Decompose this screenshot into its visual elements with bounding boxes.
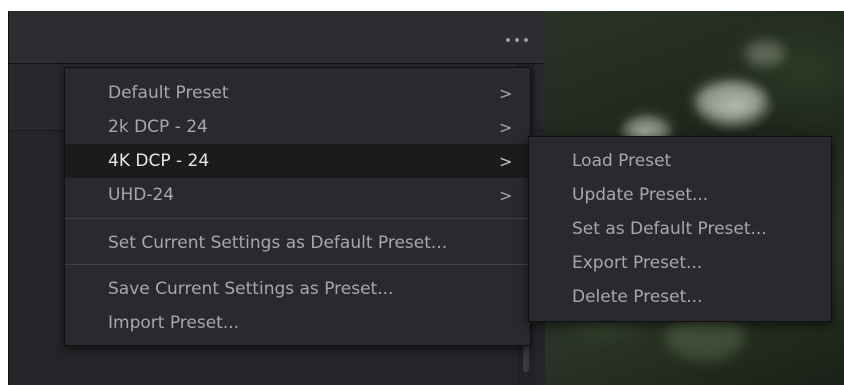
menu-item-label: Save Current Settings as Preset... [108, 279, 394, 299]
ellipsis-icon [524, 38, 528, 42]
submenu-item-label: Load Preset [572, 151, 672, 171]
chevron-right-icon: > [499, 151, 513, 171]
chevron-right-icon: > [499, 83, 513, 103]
save-preset-item[interactable]: Save Current Settings as Preset... [65, 272, 530, 306]
panel-options-button[interactable] [499, 33, 535, 47]
submenu-item-label: Delete Preset... [572, 287, 703, 307]
preset-submenu: Load Preset Update Preset... Set as Defa… [528, 136, 832, 322]
ellipsis-icon [506, 38, 510, 42]
menu-item-2k-dcp-24[interactable]: 2k DCP - 24 > [65, 110, 530, 144]
delete-preset-item[interactable]: Delete Preset... [529, 280, 831, 314]
submenu-item-label: Export Preset... [572, 253, 703, 273]
ellipsis-icon [515, 38, 519, 42]
update-preset-item[interactable]: Update Preset... [529, 178, 831, 212]
chevron-right-icon: > [499, 117, 513, 137]
menu-item-uhd-24[interactable]: UHD-24 > [65, 178, 530, 212]
menu-item-label: 4K DCP - 24 [108, 151, 210, 171]
set-default-preset-item[interactable]: Set Current Settings as Default Preset..… [65, 226, 530, 260]
submenu-item-label: Set as Default Preset... [572, 219, 767, 239]
import-preset-item[interactable]: Import Preset... [65, 306, 530, 340]
menu-divider [65, 218, 530, 219]
app-window: Default Preset > 2k DCP - 24 > 4K DCP - … [0, 0, 844, 385]
menu-item-label: 2k DCP - 24 [108, 117, 208, 137]
menu-divider [65, 264, 530, 265]
submenu-item-label: Update Preset... [572, 185, 709, 205]
menu-item-4k-dcp-24[interactable]: 4K DCP - 24 > [65, 144, 530, 178]
menu-item-label: Import Preset... [108, 313, 240, 333]
viewer-highlight [695, 81, 765, 121]
load-preset-item[interactable]: Load Preset [529, 144, 831, 178]
menu-item-default-preset[interactable]: Default Preset > [65, 76, 530, 110]
menu-item-label: Default Preset [108, 83, 229, 103]
viewer-highlight [745, 41, 785, 66]
export-preset-item[interactable]: Export Preset... [529, 246, 831, 280]
panel-header [9, 11, 546, 64]
set-as-default-preset-item[interactable]: Set as Default Preset... [529, 212, 831, 246]
menu-item-label: UHD-24 [108, 185, 175, 205]
menu-item-label: Set Current Settings as Default Preset..… [108, 233, 448, 253]
preset-menu: Default Preset > 2k DCP - 24 > 4K DCP - … [64, 67, 531, 346]
chevron-right-icon: > [499, 185, 513, 205]
